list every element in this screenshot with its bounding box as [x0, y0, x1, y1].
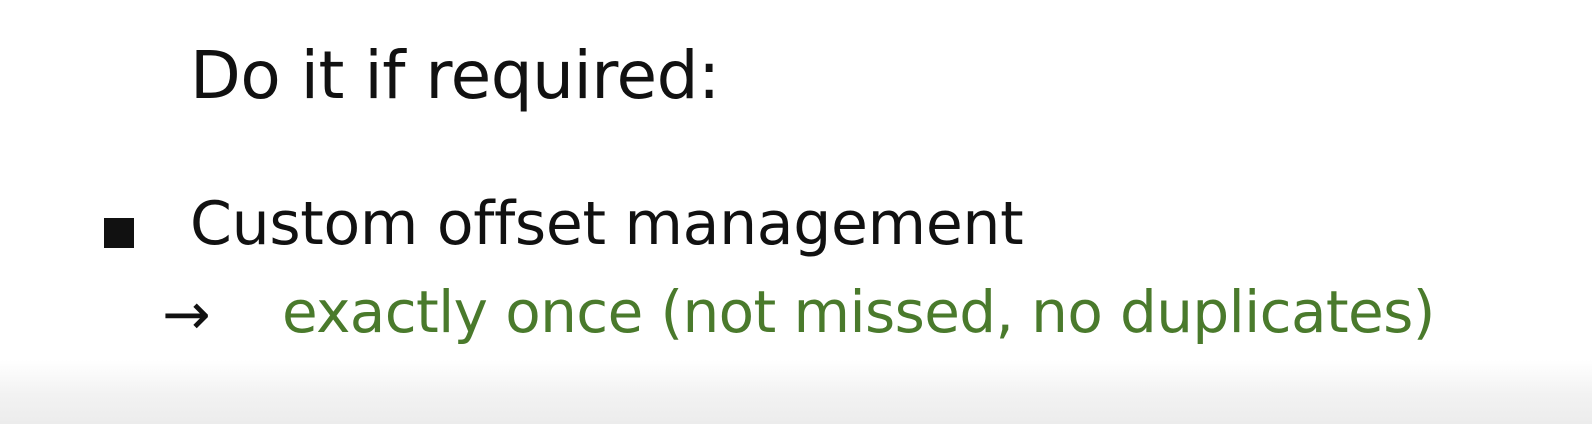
right-arrow-icon: → [162, 280, 211, 348]
slide: Do it if required: Custom offset managem… [0, 0, 1592, 424]
bullet-text: Custom offset management [190, 189, 1024, 259]
slide-heading: Do it if required: [190, 37, 720, 114]
square-bullet-icon [104, 218, 134, 248]
subpoint-text: exactly once (not missed, no duplicates) [282, 278, 1435, 346]
